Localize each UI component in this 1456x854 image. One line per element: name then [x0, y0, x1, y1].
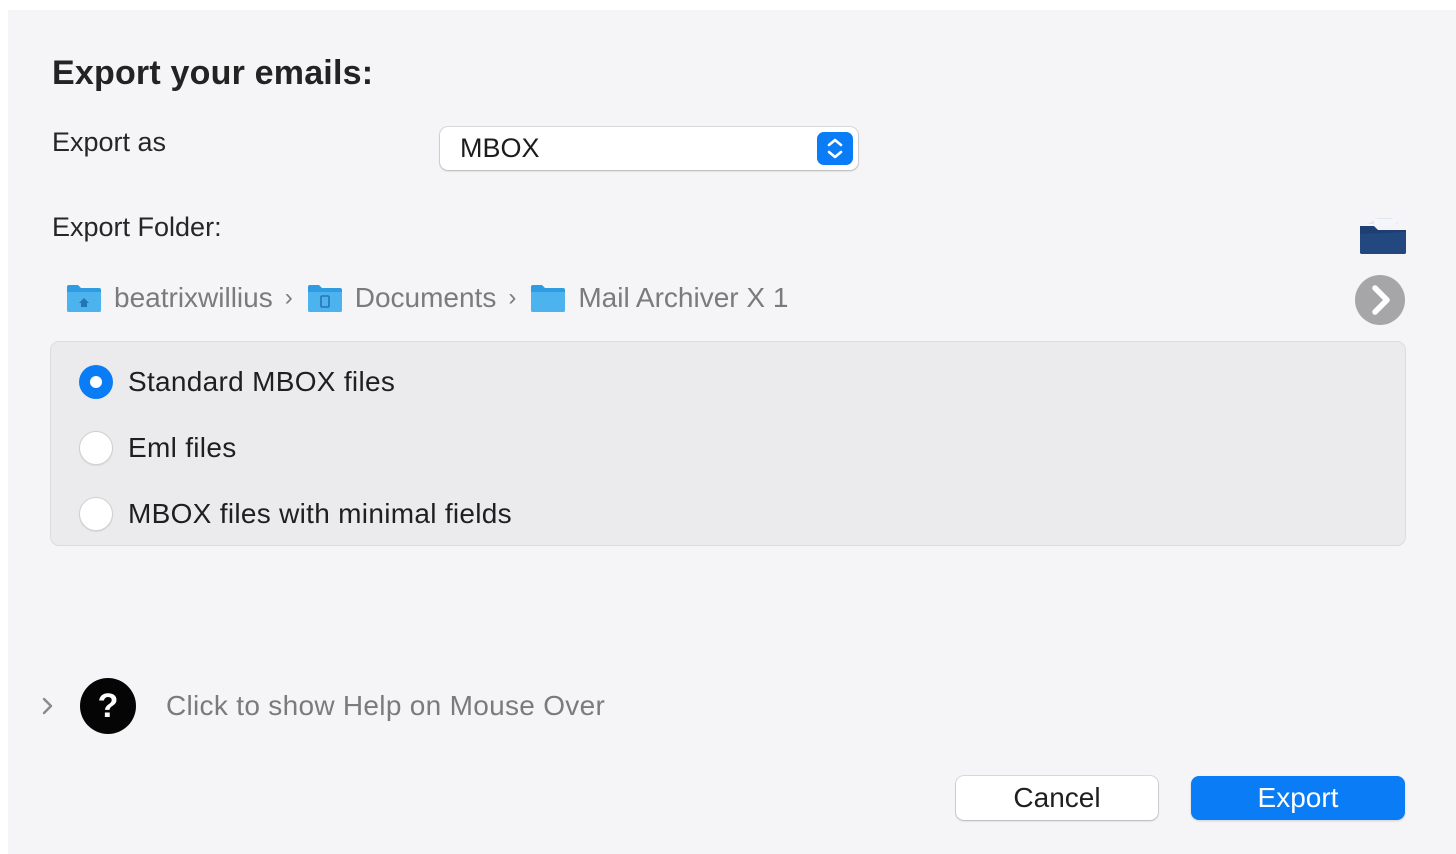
export-dialog: Export your emails: Export as MBOX Expor… [8, 10, 1456, 854]
export-format-value: MBOX [460, 133, 540, 163]
reveal-folder-button[interactable] [1354, 274, 1406, 326]
radio-label: MBOX files with minimal fields [128, 498, 512, 529]
radio-option-eml[interactable]: Eml files [79, 428, 237, 468]
path-item-label: beatrixwillius [114, 282, 273, 313]
help-toggle-text[interactable]: Click to show Help on Mouse Over [166, 690, 605, 722]
radio-button-selected[interactable] [79, 365, 113, 399]
export-format-popup[interactable]: MBOX [440, 127, 858, 170]
open-folder-icon [1360, 218, 1406, 254]
disclosure-chevron-icon[interactable] [40, 694, 56, 718]
path-item-label: Documents [354, 282, 497, 313]
path-separator-icon: › [284, 284, 293, 311]
export-folder-label: Export Folder: [52, 212, 222, 242]
radio-button[interactable] [79, 431, 113, 465]
radio-label: Eml files [128, 432, 237, 463]
radio-option-minimal-mbox[interactable]: MBOX files with minimal fields [79, 494, 512, 534]
radio-label: Standard MBOX files [128, 366, 396, 397]
radio-button[interactable] [79, 497, 113, 531]
path-item-home[interactable]: beatrixwillius [66, 282, 273, 314]
folder-icon [531, 285, 566, 312]
path-separator-icon: › [508, 284, 517, 311]
dialog-title: Export your emails: [52, 54, 374, 92]
export-as-label: Export as [52, 127, 167, 157]
arrow-right-circle-icon [1355, 275, 1405, 325]
format-options-group: Standard MBOX files Eml files MBOX files… [50, 341, 1406, 546]
export-button[interactable]: Export [1191, 776, 1405, 820]
cancel-button[interactable]: Cancel [956, 776, 1158, 820]
help-icon[interactable]: ? [80, 678, 136, 734]
export-path-control: beatrixwillius › Documents › Mail Archiv… [66, 278, 788, 318]
popup-stepper-icon [817, 132, 853, 165]
path-item-mail-archiver[interactable]: Mail Archiver X 1 [530, 282, 788, 314]
radio-option-standard-mbox[interactable]: Standard MBOX files [79, 362, 395, 402]
choose-folder-button[interactable] [1358, 216, 1408, 256]
path-item-documents[interactable]: Documents [307, 282, 497, 314]
home-folder-icon [67, 285, 101, 312]
documents-folder-icon [307, 285, 342, 312]
path-item-label: Mail Archiver X 1 [578, 282, 789, 313]
help-row: ? Click to show Help on Mouse Over [40, 678, 605, 734]
